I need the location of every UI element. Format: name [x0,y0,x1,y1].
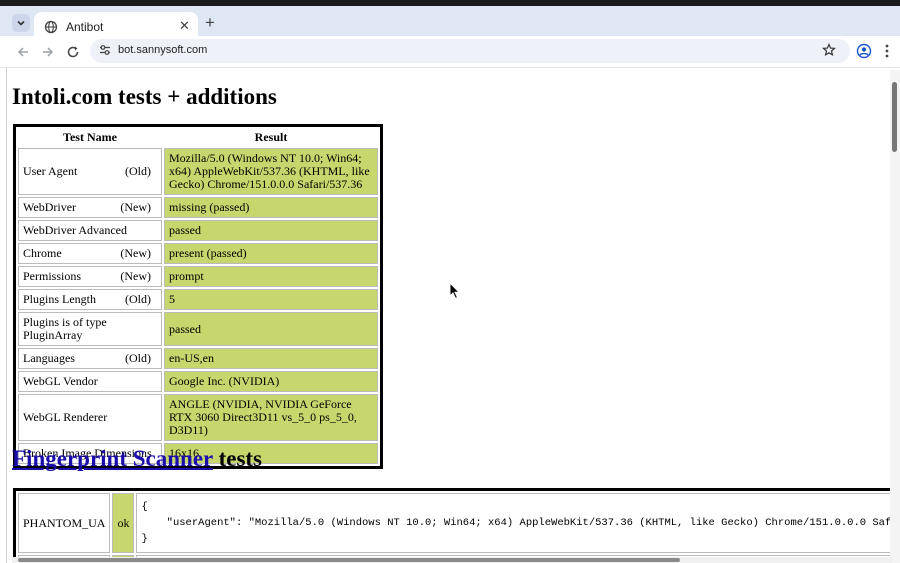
test-row: (New) Chrome present (passed) [18,243,378,264]
test-row: (Old) User Agent Mozilla/5.0 (Windows NT 1… [18,148,378,195]
json-line: "userAgent": "Mozilla/5.0 (Windows NT 10… [141,517,894,529]
tab-title: Antibot [66,20,104,34]
test-result-cell: Mozilla/5.0 (Windows NT 10.0; Win64; x64… [164,148,378,195]
test-name: Chrome [23,246,62,260]
test-name-cell: WebGL Renderer [18,394,162,441]
fingerprint-tests-table: PHANTOM_UA ok{ "userAgent": "Mozilla/5.0 … [13,488,894,563]
more-menu-icon[interactable] [884,43,890,64]
new-tab-icon[interactable]: + [205,13,215,33]
test-name: Plugins is of type PluginArray [23,315,107,342]
site-settings-icon[interactable] [98,43,112,60]
test-name-cell: (Old) User Agent [18,148,162,195]
bookmark-star-icon[interactable] [822,43,836,60]
horizontal-scrollbar[interactable] [12,557,892,563]
page-heading-intoli: Intoli.com tests + additions [12,84,277,109]
test-name: WebDriver [23,200,77,214]
test-row: (Old) Plugins Length 5 [18,289,378,310]
test-age-tag: (Old) [125,164,151,178]
fingerprint-status: ok [112,493,135,553]
test-name-cell: (New) Chrome [18,243,162,264]
forward-arrow-icon[interactable] [39,43,57,61]
test-name: WebGL Renderer [23,410,108,424]
test-result-cell: present (passed) [164,243,378,264]
tab-search-button[interactable] [12,14,30,32]
column-header-test-name: Test Name [63,130,117,144]
reload-icon[interactable] [64,43,82,61]
json-line: } [141,533,148,545]
vertical-scrollbar[interactable] [890,70,900,563]
browser-toolbar: bot.sannysoft.com [0,36,900,68]
test-name-cell: (New) Permissions [18,266,162,287]
test-result-cell: en-US,en [164,348,378,369]
test-result-cell: ANGLE (NVIDIA, NVIDIA GeForce RTX 3060 D… [164,394,378,441]
test-result-cell: prompt [164,266,378,287]
json-line: { [141,501,148,513]
test-row: (New) WebDriver missing (passed) [18,197,378,218]
horizontal-scroll-thumb[interactable] [18,558,680,562]
test-name: User Agent [23,164,78,178]
heading-suffix: tests [212,446,263,471]
test-name-cell: (New) WebDriver [18,197,162,218]
back-arrow-icon[interactable] [14,43,32,61]
chevron-down-icon [17,20,25,26]
fingerprint-scanner-link[interactable]: Fingerprint Scanner [12,446,213,471]
test-name: WebDriver Advanced [23,223,127,237]
test-result-cell: passed [164,312,378,346]
test-age-tag: (Old) [125,351,151,365]
test-age-tag: (New) [120,246,151,260]
test-age-tag: (New) [120,200,151,214]
test-age-tag: (New) [120,269,151,283]
fingerprint-row: PHANTOM_UA ok{ "userAgent": "Mozilla/5.0 … [18,493,894,553]
test-name-cell: WebGL Vendor [18,371,162,392]
test-name-cell: WebDriver Advanced [18,220,162,241]
test-row: (New) Permissions prompt [18,266,378,287]
test-row: Plugins is of type PluginArray passed [18,312,378,346]
test-name: Permissions [23,269,82,283]
fingerprint-test-name: PHANTOM_UA [18,493,111,553]
test-age-tag: (Old) [125,292,151,306]
test-row: WebGL Renderer ANGLE (NVIDIA, NVIDIA GeFo… [18,394,378,441]
test-name-cell: (Old) Plugins Length [18,289,162,310]
test-result-cell: 5 [164,289,378,310]
test-name: WebGL Vendor [23,374,98,388]
test-result-cell: passed [164,220,378,241]
test-name: Plugins Length [23,292,97,306]
test-name-cell: Plugins is of type PluginArray [18,312,162,346]
globe-icon [44,20,58,37]
mouse-cursor-icon [449,282,461,300]
test-row: (Old) Languages en-US,en [18,348,378,369]
page-heading-fingerprint: Fingerprint Scanner tests [12,446,262,472]
test-name: Languages [23,351,75,365]
column-header-result: Result [254,130,288,144]
profile-avatar-icon[interactable] [856,43,872,64]
tab-strip: Antibot ✕ + [0,0,900,42]
test-row: WebDriver Advanced passed [18,220,378,241]
url-text: bot.sannysoft.com [118,44,208,56]
intoli-tests-table: Test Name Result (Old) User Agent Mozilla/… [13,124,383,469]
test-result-cell: Google Inc. (NVIDIA) [164,371,378,392]
page-viewport: Intoli.com tests + additions Test Name R… [6,68,894,563]
page-left-border [6,68,7,563]
fingerprint-json: { "userAgent": "Mozilla/5.0 (Windows NT … [136,493,894,553]
vertical-scroll-thumb[interactable] [892,82,897,152]
test-result-cell: missing (passed) [164,197,378,218]
close-tab-icon[interactable]: ✕ [179,18,190,34]
address-bar[interactable]: bot.sannysoft.com [90,39,850,63]
test-name-cell: (Old) Languages [18,348,162,369]
test-row: WebGL Vendor Google Inc. (NVIDIA) [18,371,378,392]
